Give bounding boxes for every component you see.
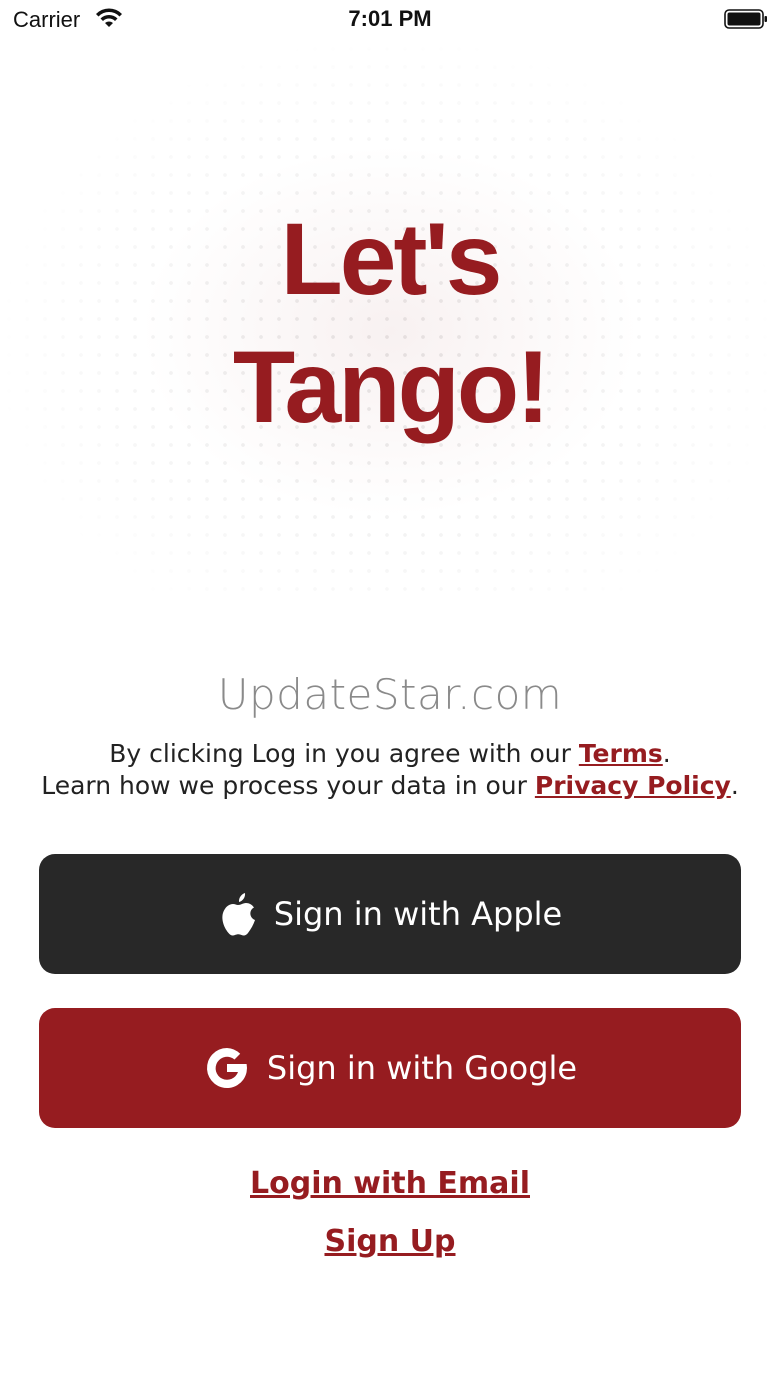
- status-time: 7:01 PM: [348, 6, 432, 31]
- consent-line-1: By clicking Log in you agree with our Te…: [109, 739, 671, 768]
- apple-icon: [218, 891, 258, 937]
- terms-link[interactable]: Terms: [579, 739, 663, 768]
- watermark: UpdateStar.com: [217, 670, 563, 719]
- sign-up-link[interactable]: Sign Up: [0, 1224, 780, 1259]
- consent-line-2: Learn how we process your data in our Pr…: [41, 771, 739, 800]
- hero-title-line2: Tango!: [232, 330, 550, 444]
- status-bar: Carrier 7:01 PM: [0, 0, 780, 40]
- hero-section: Let's Tango!: [0, 40, 780, 600]
- sign-in-with-apple-label: Sign in with Apple: [273, 895, 563, 933]
- consent-text: By clicking Log in you agree with our Te…: [0, 738, 780, 802]
- login-with-email-link[interactable]: Login with Email: [0, 1166, 780, 1201]
- hero-title-line1: Let's: [280, 202, 503, 316]
- battery-icon: [724, 9, 767, 29]
- sign-in-with-google-button[interactable]: Sign in with Google: [39, 1008, 741, 1128]
- hero-title: Let's Tango!: [0, 195, 780, 451]
- sign-in-with-apple-button[interactable]: Sign in with Apple: [39, 854, 741, 974]
- sign-in-with-google-label: Sign in with Google: [266, 1049, 578, 1087]
- privacy-policy-link[interactable]: Privacy Policy: [535, 771, 731, 800]
- google-icon: [203, 1044, 251, 1092]
